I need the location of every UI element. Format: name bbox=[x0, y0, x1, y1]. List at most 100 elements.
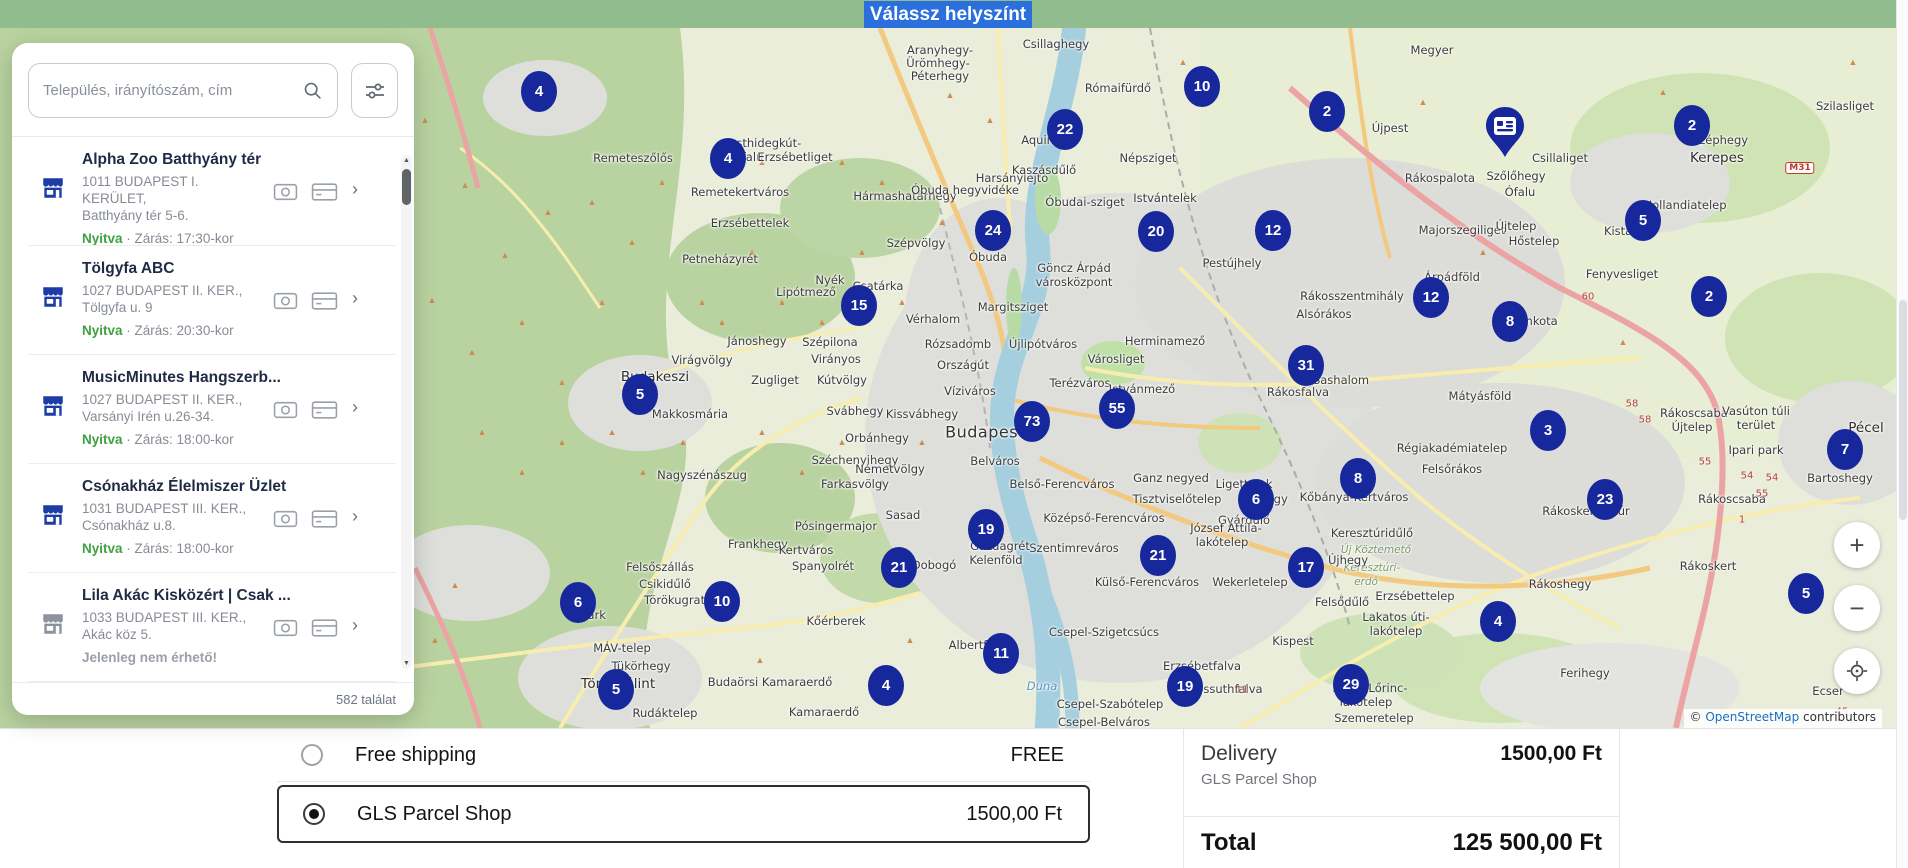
search-input[interactable] bbox=[43, 82, 302, 99]
map-place-label: Petneházyrét bbox=[682, 252, 758, 266]
cluster-marker[interactable]: 8 bbox=[1340, 458, 1376, 499]
cluster-marker[interactable]: 7 bbox=[1827, 429, 1863, 470]
cluster-marker[interactable]: 10 bbox=[704, 581, 740, 622]
parcel-shop-list-item[interactable]: Alpha Zoo Batthyány tér 1011 BUDAPEST I.… bbox=[12, 137, 414, 246]
map-place-label: Csepel-Belváros bbox=[1058, 715, 1150, 728]
filter-button[interactable] bbox=[351, 63, 398, 118]
shop-address: 1011 BUDAPEST I. KERÜLET, Batthyány tér … bbox=[82, 173, 262, 224]
map-place-label: Csepel-Szigetcsúcs bbox=[1048, 625, 1160, 639]
peak-icon: ▲ bbox=[697, 297, 707, 307]
map-place-label: lakótelep bbox=[1369, 624, 1423, 638]
scroll-down-icon[interactable]: ▼ bbox=[401, 660, 412, 667]
radio-unchecked[interactable] bbox=[301, 744, 323, 766]
cluster-marker[interactable]: 20 bbox=[1138, 211, 1174, 252]
cluster-marker[interactable]: 5 bbox=[1625, 200, 1661, 241]
map-place-label: Istvántelek bbox=[1133, 191, 1197, 205]
cluster-marker[interactable]: 21 bbox=[1140, 535, 1176, 576]
map-place-label: Óbuda hegyvidéke bbox=[911, 183, 1019, 197]
locate-button[interactable] bbox=[1834, 648, 1880, 694]
peak-icon: ▲ bbox=[500, 250, 510, 260]
cluster-marker[interactable]: 19 bbox=[1167, 666, 1203, 707]
map-place-label: Népsziget bbox=[1119, 151, 1177, 165]
cluster-marker[interactable]: 4 bbox=[710, 138, 746, 179]
cluster-marker[interactable]: 4 bbox=[521, 71, 557, 112]
page-scrollbar-thumb[interactable] bbox=[1899, 300, 1907, 520]
scroll-up-icon[interactable]: ▲ bbox=[401, 157, 412, 164]
chevron-right-icon[interactable]: › bbox=[352, 179, 358, 200]
parcel-shop-list-item[interactable]: Lila Akác Kisközért | Csak ... 1033 BUDA… bbox=[12, 573, 414, 682]
chevron-right-icon[interactable]: › bbox=[352, 397, 358, 418]
total-label: Total bbox=[1201, 829, 1257, 856]
cluster-marker[interactable]: 21 bbox=[881, 547, 917, 588]
road-number-label: 58 bbox=[1625, 398, 1639, 410]
map-place-label: Belváros bbox=[970, 454, 1020, 468]
scrollbar-thumb[interactable] bbox=[402, 169, 411, 205]
card-payment-badge-icon bbox=[311, 181, 338, 208]
map-place-label: Jánoshegy bbox=[727, 334, 787, 348]
parcel-shop-list-item[interactable]: MusicMinutes Hangszerb... 1027 BUDAPEST … bbox=[12, 355, 414, 464]
cluster-marker[interactable]: 2 bbox=[1691, 276, 1727, 317]
cluster-marker[interactable]: 11 bbox=[983, 633, 1019, 674]
map-place-label: Középső-Ferencváros bbox=[1043, 511, 1165, 525]
radio-checked[interactable] bbox=[303, 803, 325, 825]
cluster-marker[interactable]: 8 bbox=[1492, 301, 1528, 342]
cluster-marker[interactable]: 2 bbox=[1674, 105, 1710, 146]
peak-icon: ▲ bbox=[460, 180, 470, 190]
chevron-right-icon[interactable]: › bbox=[352, 506, 358, 527]
cluster-marker[interactable]: 5 bbox=[1788, 573, 1824, 614]
card-payment-badge-icon bbox=[311, 508, 338, 535]
cluster-marker[interactable]: 10 bbox=[1184, 66, 1220, 107]
zoom-in-button[interactable]: + bbox=[1834, 522, 1880, 568]
cluster-marker[interactable]: 17 bbox=[1288, 547, 1324, 588]
map-place-label: Ürömhegy- bbox=[906, 56, 970, 70]
road-number-label: 54 bbox=[1740, 470, 1754, 482]
shop-name: MusicMinutes Hangszerb... bbox=[82, 369, 281, 386]
cluster-marker[interactable]: 6 bbox=[560, 582, 596, 623]
shop-address-line2: Akác köz 5. bbox=[82, 627, 152, 642]
cluster-marker[interactable]: 23 bbox=[1587, 479, 1623, 520]
chevron-right-icon[interactable]: › bbox=[352, 615, 358, 636]
list-scrollbar[interactable]: ▲ ▼ bbox=[401, 155, 412, 669]
cluster-marker[interactable]: 15 bbox=[841, 285, 877, 326]
page-scrollbar[interactable] bbox=[1896, 0, 1908, 868]
summary-divider bbox=[1184, 816, 1619, 817]
shipping-option-gls[interactable]: GLS Parcel Shop 1500,00 Ft bbox=[277, 785, 1090, 843]
cluster-marker[interactable]: 5 bbox=[622, 374, 658, 415]
openstreetmap-link[interactable]: OpenStreetMap bbox=[1705, 710, 1799, 724]
map-place-label: Kertváros bbox=[778, 543, 834, 557]
cluster-marker[interactable]: 5 bbox=[598, 669, 634, 710]
shipping-option-free[interactable]: Free shipping FREE bbox=[277, 729, 1090, 782]
map-place-label: Szépvölgy bbox=[886, 236, 946, 250]
cluster-marker[interactable]: 24 bbox=[975, 210, 1011, 251]
cluster-marker[interactable]: 29 bbox=[1333, 664, 1369, 705]
cluster-marker[interactable]: 55 bbox=[1099, 388, 1135, 429]
cluster-marker[interactable]: 31 bbox=[1288, 345, 1324, 386]
map-place-label: Újtelep bbox=[1495, 219, 1537, 233]
cluster-marker[interactable]: 4 bbox=[1480, 601, 1516, 642]
peak-icon: ▲ bbox=[543, 207, 553, 217]
parcel-shop-list-item[interactable]: Csónakház Élelmiszer Üzlet 1031 BUDAPEST… bbox=[12, 464, 414, 573]
cluster-marker[interactable]: 2 bbox=[1309, 91, 1345, 132]
map-place-label: Megyer bbox=[1410, 43, 1454, 57]
cluster-marker[interactable]: 6 bbox=[1238, 479, 1274, 520]
photo-badge-icon bbox=[273, 399, 298, 426]
peak-icon: ▲ bbox=[877, 177, 887, 187]
map-place-label: Remetekertváros bbox=[690, 185, 790, 199]
parcel-shop-list-item[interactable]: Tölgyfa ABC 1027 BUDAPEST II. KER., Tölg… bbox=[12, 246, 414, 355]
parcel-shop-pin[interactable] bbox=[1484, 106, 1526, 158]
cluster-marker[interactable]: 12 bbox=[1255, 210, 1291, 251]
map-place-label: Rómaifürdő bbox=[1084, 81, 1152, 95]
cluster-marker[interactable]: 3 bbox=[1530, 410, 1566, 451]
cluster-marker[interactable]: 4 bbox=[868, 665, 904, 706]
cluster-marker[interactable]: 22 bbox=[1047, 109, 1083, 150]
cluster-marker[interactable]: 19 bbox=[968, 509, 1004, 550]
cluster-marker[interactable]: 12 bbox=[1413, 277, 1449, 318]
map-place-label: Kelenföld bbox=[969, 553, 1023, 567]
chevron-right-icon[interactable]: › bbox=[352, 288, 358, 309]
zoom-out-button[interactable]: − bbox=[1834, 585, 1880, 631]
photo-badge-icon bbox=[273, 181, 298, 208]
parcel-shop-sidebar: Alpha Zoo Batthyány tér 1011 BUDAPEST I.… bbox=[12, 43, 414, 715]
map-place-label: MÁV-telep bbox=[593, 641, 651, 655]
shop-closing-time: · Zárás: 18:00-kor bbox=[122, 432, 234, 447]
cluster-marker[interactable]: 73 bbox=[1014, 401, 1050, 442]
